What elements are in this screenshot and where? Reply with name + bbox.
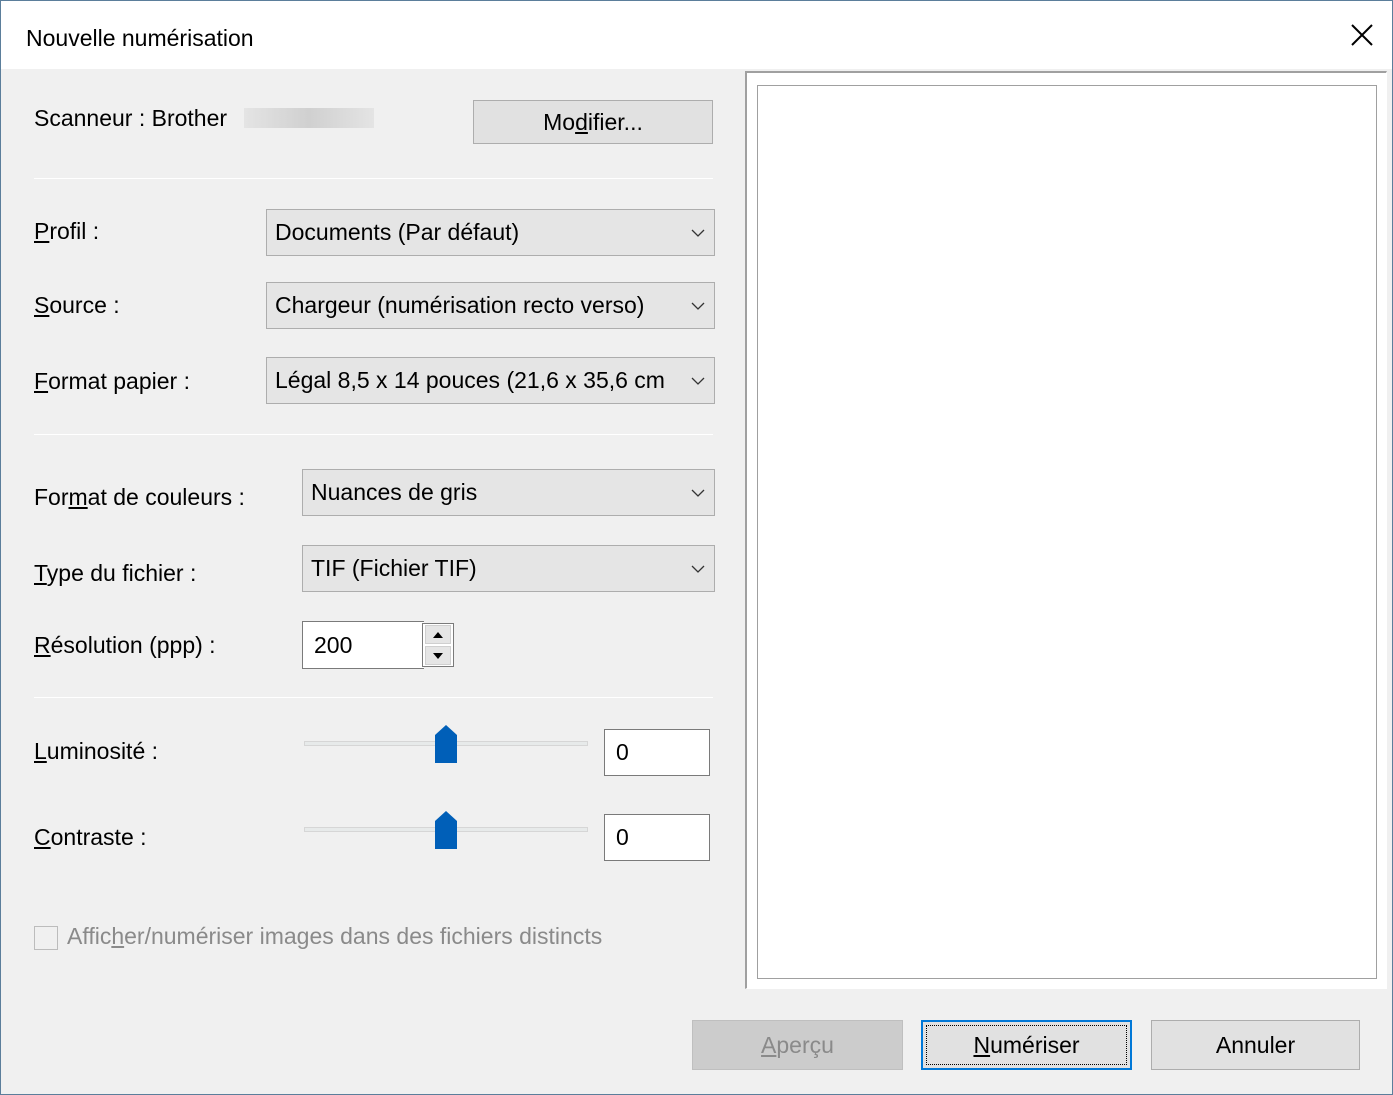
- separator: [34, 178, 713, 179]
- chevron-down-icon: [691, 565, 705, 573]
- chevron-down-icon: [691, 302, 705, 310]
- profile-label: Profil :: [34, 218, 100, 244]
- preview-canvas: [757, 85, 1377, 979]
- contrast-slider-thumb[interactable]: [435, 811, 457, 849]
- scan-dialog: Nouvelle numérisation Scanneur : Brother…: [0, 0, 1393, 1095]
- arrow-down-icon: [433, 652, 443, 659]
- resolution-spinner: [422, 623, 454, 667]
- paper-format-select[interactable]: Légal 8,5 x 14 pouces (21,6 x 35,6 cm: [266, 357, 715, 404]
- preview-button[interactable]: Aperçu: [692, 1020, 903, 1070]
- separate-files-label: Afficher/numériser images dans des fichi…: [67, 923, 603, 949]
- modify-button-label: Modifier...: [543, 108, 643, 135]
- source-value: Chargeur (numérisation recto verso): [275, 292, 645, 318]
- paper-format-label: Format papier :: [34, 368, 190, 394]
- close-button[interactable]: [1332, 1, 1392, 69]
- cancel-button[interactable]: Annuler: [1151, 1020, 1360, 1070]
- scanner-model-redacted: [244, 108, 374, 128]
- window-title: Nouvelle numérisation: [26, 25, 254, 51]
- paper-format-value: Légal 8,5 x 14 pouces (21,6 x 35,6 cm: [275, 367, 665, 393]
- source-label: Source :: [34, 292, 120, 318]
- modify-scanner-button[interactable]: Modifier...: [473, 100, 713, 144]
- resolution-input[interactable]: 200: [302, 621, 424, 669]
- separator: [34, 434, 713, 435]
- profile-select[interactable]: Documents (Par défaut): [266, 209, 715, 256]
- spin-up-button[interactable]: [425, 625, 451, 644]
- color-format-value: Nuances de gris: [311, 479, 478, 505]
- separator: [34, 697, 713, 698]
- spin-down-button[interactable]: [425, 646, 451, 665]
- file-type-select[interactable]: TIF (Fichier TIF): [302, 545, 715, 592]
- brightness-label: Luminosité :: [34, 738, 159, 764]
- source-select[interactable]: Chargeur (numérisation recto verso): [266, 282, 715, 329]
- profile-value: Documents (Par défaut): [275, 219, 520, 245]
- title-bar: Nouvelle numérisation: [1, 1, 1392, 69]
- brightness-input[interactable]: 0: [604, 729, 710, 776]
- scan-button[interactable]: Numériser: [921, 1020, 1132, 1070]
- resolution-label: Résolution (ppp) :: [34, 632, 216, 658]
- scanner-label: Scanneur : Brother: [34, 105, 228, 131]
- focus-rectangle: [926, 1025, 1127, 1065]
- chevron-down-icon: [691, 489, 705, 497]
- chevron-down-icon: [691, 377, 705, 385]
- brightness-slider-thumb[interactable]: [435, 725, 457, 763]
- contrast-label: Contraste :: [34, 824, 147, 850]
- cancel-button-label: Annuler: [1215, 1031, 1296, 1058]
- color-format-select[interactable]: Nuances de gris: [302, 469, 715, 516]
- chevron-down-icon: [691, 229, 705, 237]
- file-type-value: TIF (Fichier TIF): [311, 555, 477, 581]
- preview-area: [745, 71, 1387, 989]
- contrast-input[interactable]: 0: [604, 814, 710, 861]
- close-icon: [1351, 24, 1373, 46]
- file-type-label: Type du fichier :: [34, 560, 197, 586]
- separate-files-checkbox[interactable]: [34, 926, 58, 950]
- arrow-up-icon: [433, 631, 443, 638]
- preview-button-label: Aperçu: [761, 1031, 834, 1058]
- color-format-label: Format de couleurs :: [34, 484, 245, 510]
